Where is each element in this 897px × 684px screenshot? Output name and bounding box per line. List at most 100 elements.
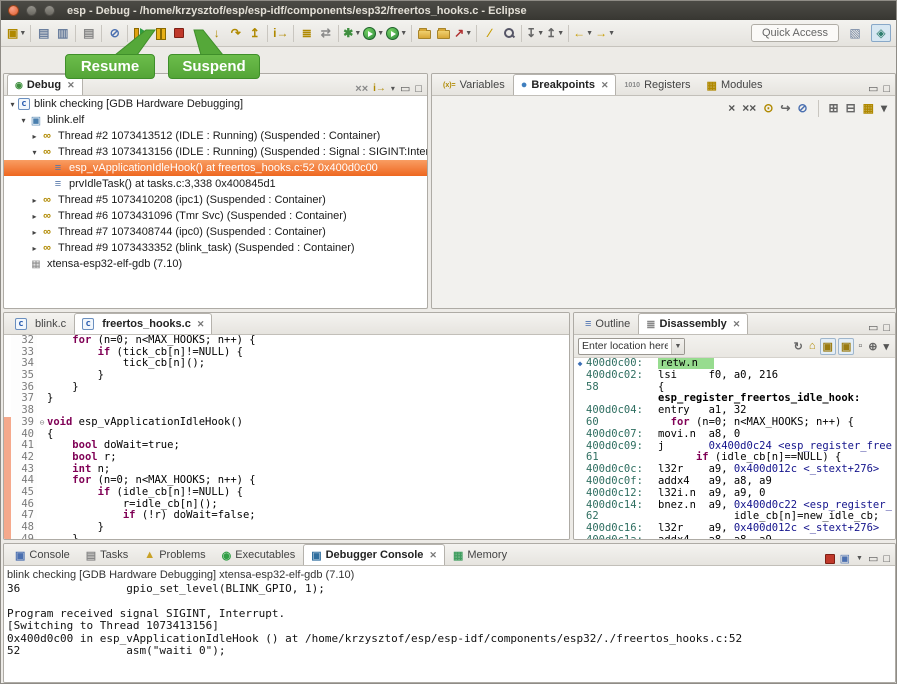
dropdown-arrow-icon[interactable]: ▼ [377, 30, 384, 37]
home-button[interactable]: ⌂ [807, 339, 818, 353]
expand-closed-icon[interactable]: ▸ [29, 228, 40, 237]
tab-problems[interactable]: ▲Problems [136, 544, 213, 565]
disassembly-content[interactable]: ◆400d0c00:retw.n400d0c02:lsi f0, a0, 216… [574, 358, 895, 540]
tab-console[interactable]: ▣Console [7, 544, 78, 565]
dropdown-arrow-icon[interactable]: ▼ [537, 30, 544, 37]
step-over-button[interactable]: ↷ [227, 23, 244, 43]
resume-button[interactable] [132, 23, 149, 43]
remove-breakpoint-button[interactable]: × [728, 101, 735, 115]
breakpoints-empty-area[interactable] [432, 120, 895, 308]
track-expression-toggle-button[interactable]: ▣ [838, 338, 854, 355]
tab-disassembly[interactable]: ≣Disassembly✕ [638, 313, 748, 334]
close-icon[interactable]: ✕ [601, 80, 609, 91]
expand-closed-icon[interactable]: ▸ [29, 132, 40, 141]
minimize-icon[interactable]: ▭ [868, 321, 878, 334]
expand-closed-icon[interactable]: ▸ [29, 212, 40, 221]
reverse-toggle-button[interactable]: ⇄ [317, 23, 334, 43]
dropdown-arrow-icon[interactable]: ▼ [557, 30, 564, 37]
maximize-icon[interactable]: □ [883, 322, 890, 334]
step-into-button[interactable]: ↓ [208, 23, 225, 43]
disconnect-button[interactable]: × [189, 23, 206, 43]
dropdown-arrow-icon[interactable]: ▼ [586, 30, 593, 37]
tree-item[interactable]: ▸∞Thread #5 1073410208 (ipc1) (Suspended… [4, 192, 427, 208]
annotation-prev-button[interactable]: ↥▼ [546, 23, 564, 43]
view-menu-button[interactable]: ▾ [881, 339, 891, 354]
display-console-icon[interactable]: ▣ [840, 552, 850, 565]
open-resource-button[interactable] [435, 23, 452, 43]
save-all-button[interactable]: ▥ [54, 23, 71, 43]
new-view-button[interactable]: ▫ [856, 339, 864, 353]
expand-open-icon[interactable]: ▾ [18, 116, 29, 125]
editor-content[interactable]: 32 for (n=0; n<MAX_HOOKS; n++) {33 if (t… [4, 335, 569, 540]
tab-memory[interactable]: ▦Memory [445, 544, 515, 565]
tab-breakpoints[interactable]: ●Breakpoints✕ [513, 74, 617, 95]
quick-access-button[interactable]: Quick Access [751, 24, 839, 42]
step-instruction-button[interactable]: i→ [272, 23, 289, 43]
save-button[interactable]: ▤ [35, 23, 52, 43]
debug-perspective-icon[interactable]: ◈ [871, 24, 891, 42]
location-dropdown-icon[interactable]: ▼ [671, 339, 684, 354]
collapse-all-button[interactable]: ⊟ [846, 101, 856, 115]
search-button[interactable] [500, 23, 517, 43]
debug-tree[interactable]: ▾cblink checking [GDB Hardware Debugging… [4, 96, 427, 272]
tab-variables[interactable]: (x)=Variables [435, 74, 513, 95]
skip-all-breakpoints-button[interactable]: ⊘ [797, 101, 807, 115]
print-button[interactable]: ▤ [80, 23, 97, 43]
console-content[interactable]: blink checking [GDB Hardware Debugging] … [4, 566, 895, 683]
clean-button[interactable]: ∕ [481, 23, 498, 43]
dropdown-arrow-icon[interactable]: ▼ [19, 30, 26, 37]
run-coverage-button[interactable]: ▼ [386, 23, 407, 43]
open-type-button[interactable] [416, 23, 433, 43]
tree-item[interactable]: ▾cblink checking [GDB Hardware Debugging… [4, 96, 427, 112]
java-perspective-icon[interactable]: ▧ [845, 24, 865, 42]
skip-all-breakpoints-button[interactable]: ⊘ [106, 23, 123, 43]
tab-blink-c[interactable]: cblink.c [7, 313, 74, 334]
tab-debugger-console[interactable]: ▣Debugger Console✕ [303, 544, 445, 565]
tab-executables[interactable]: ◉Executables [214, 544, 304, 565]
show-source-toggle-button[interactable]: ▣ [820, 338, 836, 355]
external-tools-button[interactable]: ↗▼ [454, 23, 472, 43]
tab-outline[interactable]: ≡Outline [577, 313, 638, 334]
tab-tasks[interactable]: ▤Tasks [78, 544, 137, 565]
minimize-icon[interactable]: ▭ [868, 552, 878, 565]
remove-all-breakpoints-button[interactable]: ×× [742, 101, 756, 115]
tree-item[interactable]: ▾∞Thread #3 1073413156 (IDLE : Running) … [4, 144, 427, 160]
expand-open-icon[interactable]: ▾ [7, 100, 18, 109]
tree-item[interactable]: ≡prvIdleTask() at tasks.c:3,338 0x400845… [4, 176, 427, 192]
maximize-icon[interactable]: □ [883, 83, 890, 95]
dropdown-arrow-icon[interactable]: ▼ [856, 555, 863, 562]
window-close-button[interactable] [8, 5, 19, 16]
view-menu-button[interactable]: ▾ [881, 101, 887, 115]
tree-item[interactable]: ▸∞Thread #7 1073408744 (ipc0) (Suspended… [4, 224, 427, 240]
back-button[interactable]: ←▼ [573, 23, 593, 43]
close-icon[interactable]: ✕ [733, 319, 741, 330]
expand-all-button[interactable]: ⊞ [829, 101, 839, 115]
window-maximize-button[interactable] [44, 5, 55, 16]
instruction-stepping-mode-button[interactable]: ≣ [298, 23, 315, 43]
view-menu-icon[interactable]: ▾ [391, 84, 395, 93]
maximize-icon[interactable]: □ [415, 83, 422, 95]
tree-item[interactable]: ▾▣blink.elf [4, 112, 427, 128]
close-icon[interactable]: ✕ [429, 550, 437, 561]
fold-marker[interactable]: ⊖ [37, 417, 47, 429]
dropdown-arrow-icon[interactable]: ▼ [608, 30, 615, 37]
dropdown-arrow-icon[interactable]: ▼ [354, 30, 361, 37]
new-wizard-button[interactable]: ▣▼ [7, 23, 26, 43]
tree-item[interactable]: ▸∞Thread #6 1073431096 (Tmr Svc) (Suspen… [4, 208, 427, 224]
refresh-button[interactable]: ↻ [792, 339, 805, 354]
tree-item[interactable]: ≡esp_vApplicationIdleHook() at freertos_… [4, 160, 427, 176]
terminate-button[interactable] [170, 23, 187, 43]
annotation-next-button[interactable]: ↧▼ [526, 23, 544, 43]
expand-open-icon[interactable]: ▾ [29, 148, 40, 157]
close-icon[interactable]: ✕ [67, 80, 75, 91]
terminate-icon[interactable] [825, 554, 835, 564]
window-minimize-button[interactable] [26, 5, 37, 16]
tree-item[interactable]: ▦xtensa-esp32-elf-gdb (7.10) [4, 256, 427, 272]
tab-registers[interactable]: 1010Registers [616, 74, 698, 95]
maximize-icon[interactable]: □ [883, 553, 890, 565]
tree-item[interactable]: ▸∞Thread #9 1073433352 (blink_task) (Sus… [4, 240, 427, 256]
step-instruction-toggle-icon[interactable]: i→ [373, 83, 386, 94]
pin-button[interactable]: ⊕ [866, 339, 879, 354]
dropdown-arrow-icon[interactable]: ▼ [400, 30, 407, 37]
debug-config-button[interactable]: ✱▼ [343, 23, 361, 43]
